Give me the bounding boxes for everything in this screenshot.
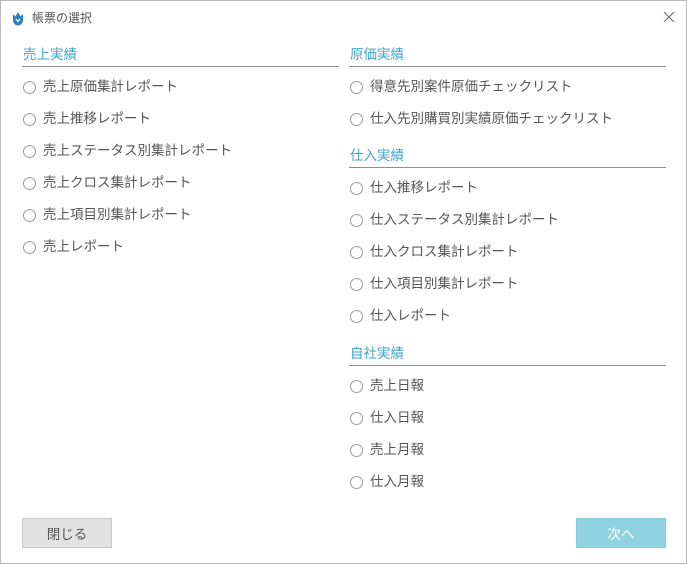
option-purchase-item-summary[interactable]: 仕入項目別集計レポート [349,268,666,300]
option-customer-project-cost-checklist[interactable]: 得意先別案件原価チェックリスト [349,71,666,103]
section-purchase-results: 仕入実績 仕入推移レポート 仕入ステータス別集計レポート 仕入クロス集計レポート… [349,147,666,332]
option-purchase-cross-tab[interactable]: 仕入クロス集計レポート [349,236,666,268]
radio-button[interactable] [23,80,36,94]
next-button[interactable]: 次へ [576,518,666,548]
radio-button[interactable] [350,80,363,94]
radio-button[interactable] [23,144,36,158]
option-label: 売上月報 [370,442,424,458]
radio-button[interactable] [350,475,363,489]
close-icon[interactable] [661,9,677,25]
option-sales-status-summary[interactable]: 売上ステータス別集計レポート [22,135,339,167]
option-purchase-trend[interactable]: 仕入推移レポート [349,172,666,204]
option-label: 売上レポート [43,239,124,255]
radio-button[interactable] [350,309,363,323]
option-label: 売上クロス集計レポート [43,175,192,191]
radio-button[interactable] [350,213,363,227]
option-monthly-purchase[interactable]: 仕入月報 [349,466,666,498]
radio-button[interactable] [350,112,363,126]
radio-button[interactable] [350,245,363,259]
radio-button[interactable] [23,112,36,126]
option-label: 仕入項目別集計レポート [370,276,519,292]
tulip-logo-icon [13,12,23,26]
section-header: 原価実績 [349,46,666,67]
close-button[interactable]: 閉じる [22,518,112,548]
radio-button[interactable] [350,443,363,457]
option-label: 仕入推移レポート [370,180,478,196]
option-sales-cost-summary[interactable]: 売上原価集計レポート [22,71,339,103]
option-label: 売上項目別集計レポート [43,207,192,223]
radio-button[interactable] [23,208,36,222]
option-label: 売上日報 [370,378,424,394]
option-sales-cross-tab[interactable]: 売上クロス集計レポート [22,167,339,199]
option-label: 売上推移レポート [43,111,151,127]
option-label: 仕入日報 [370,410,424,426]
option-label: 仕入ステータス別集計レポート [370,212,559,228]
option-label: 仕入レポート [370,308,451,324]
option-label: 得意先別案件原価チェックリスト [370,79,573,95]
option-sales-trend[interactable]: 売上推移レポート [22,103,339,135]
option-label: 売上原価集計レポート [43,79,178,95]
radio-button[interactable] [350,181,363,195]
option-supplier-purchase-cost-checklist[interactable]: 仕入先別購買別実績原価チェックリスト [349,103,666,135]
title-bar: 帳票の選択 [1,1,686,35]
option-purchase-status-summary[interactable]: 仕入ステータス別集計レポート [349,204,666,236]
option-daily-sales[interactable]: 売上日報 [349,370,666,402]
option-daily-purchase[interactable]: 仕入日報 [349,402,666,434]
radio-button[interactable] [350,379,363,393]
option-purchase-report[interactable]: 仕入レポート [349,300,666,332]
option-sales-item-summary[interactable]: 売上項目別集計レポート [22,199,339,231]
section-header: 自社実績 [349,345,666,366]
option-sales-report[interactable]: 売上レポート [22,231,339,263]
option-monthly-sales[interactable]: 売上月報 [349,434,666,466]
option-label: 仕入月報 [370,474,424,490]
dialog-title: 帳票の選択 [32,11,93,25]
option-label: 仕入クロス集計レポート [370,244,519,260]
report-selection-dialog: 帳票の選択 売上実績 売上原価集計レポート 売上推移レポート 売上ステータス別集… [0,0,687,564]
section-header: 仕入実績 [349,147,666,168]
radio-button[interactable] [350,411,363,425]
radio-button[interactable] [350,277,363,291]
option-label: 仕入先別購買別実績原価チェックリスト [370,111,613,127]
section-company-results: 自社実績 売上日報 仕入日報 売上月報 仕入月報 [349,345,666,498]
radio-button[interactable] [23,240,36,254]
section-sales-results: 売上実績 売上原価集計レポート 売上推移レポート 売上ステータス別集計レポート … [22,46,339,263]
section-cost-results: 原価実績 得意先別案件原価チェックリスト 仕入先別購買別実績原価チェックリスト [349,46,666,135]
section-header: 売上実績 [22,46,339,67]
radio-button[interactable] [23,176,36,190]
option-label: 売上ステータス別集計レポート [43,143,232,159]
